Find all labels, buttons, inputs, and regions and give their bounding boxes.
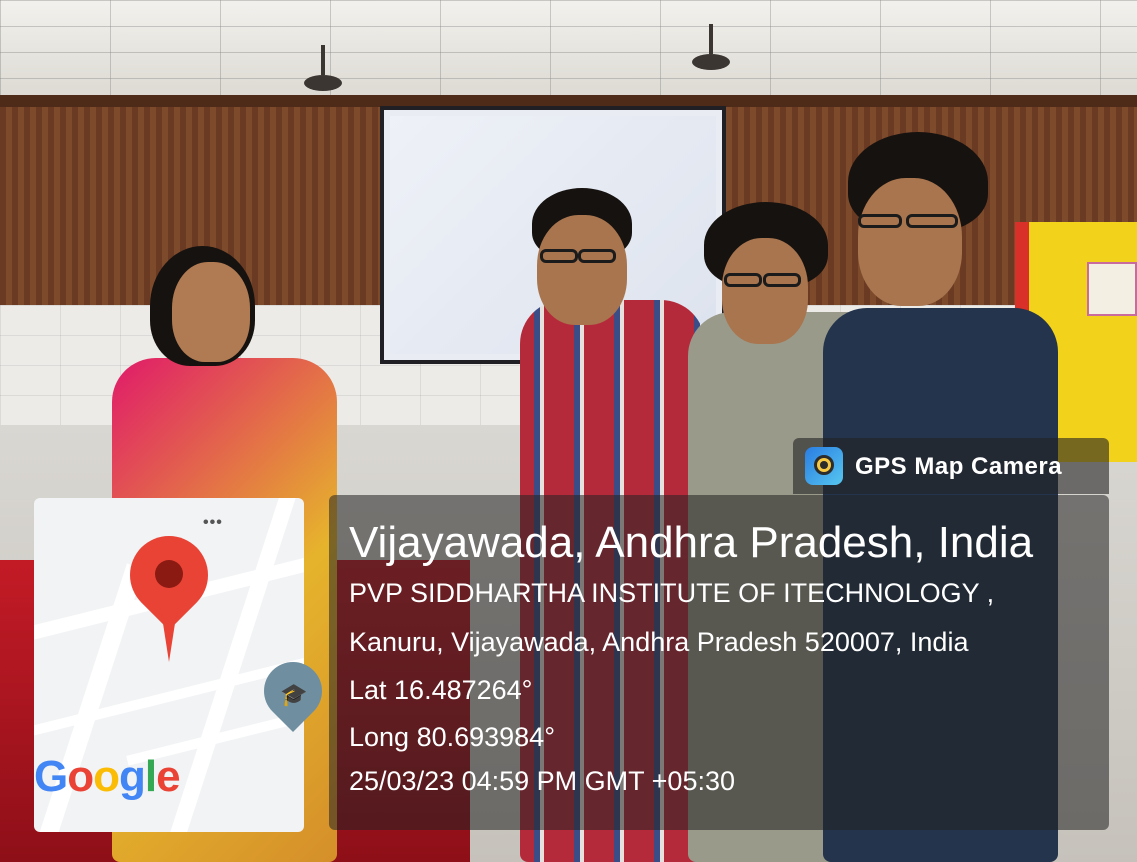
google-logo-letter: G [34, 752, 68, 801]
google-logo-letter: o [93, 752, 120, 801]
latitude: Lat 16.487264° [349, 675, 533, 705]
google-logo-letter: o [67, 752, 94, 801]
map-menu-dots[interactable]: ••• [203, 514, 223, 532]
longitude: Long 80.693984° [349, 722, 555, 752]
gps-map-camera-icon [805, 447, 843, 485]
ceiling [0, 0, 1137, 100]
google-logo-letter: l [144, 752, 157, 801]
google-logo-letter: e [156, 752, 181, 801]
google-logo: Google [34, 752, 181, 802]
ceiling-fan-right [692, 24, 730, 70]
location-title: Vijayawada, Andhra Pradesh, India [349, 518, 1034, 567]
google-logo-letter: g [119, 752, 146, 801]
address-line-2: Kanuru, Vijayawada, Andhra Pradesh 52000… [349, 627, 969, 657]
address-line-1: PVP SIDDHARTHA INSTITUTE OF ITECHNOLOGY … [349, 578, 995, 608]
gps-app-title: GPS Map Camera [855, 453, 1063, 480]
ceiling-fan-left [304, 45, 342, 91]
graduation-cap-icon: 🎓 [280, 682, 308, 707]
timestamp: 25/03/23 04:59 PM GMT +05:30 [349, 766, 736, 796]
